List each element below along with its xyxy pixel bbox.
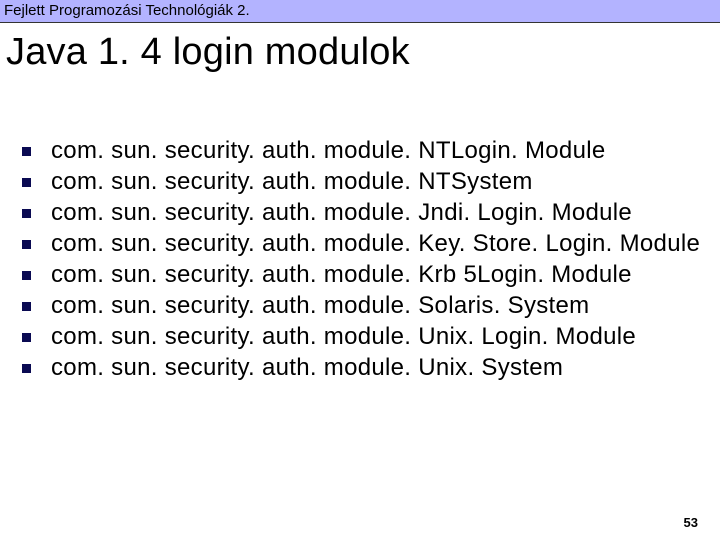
header-bar: Fejlett Programozási Technológiák 2. [0,0,720,23]
square-bullet-icon [22,271,31,280]
square-bullet-icon [22,209,31,218]
list-item-text: com. sun. security. auth. module. NTLogi… [51,137,606,165]
square-bullet-icon [22,147,31,156]
header-text: Fejlett Programozási Technológiák 2. [4,2,250,19]
list-item-text: com. sun. security. auth. module. Jndi. … [51,199,632,227]
square-bullet-icon [22,302,31,311]
page-number: 53 [684,515,698,530]
list-item: com. sun. security. auth. module. Key. S… [22,230,720,258]
list-item-text: com. sun. security. auth. module. Unix. … [51,354,563,382]
list-item: com. sun. security. auth. module. Unix. … [22,323,720,351]
list-item: com. sun. security. auth. module. Krb 5L… [22,261,720,289]
square-bullet-icon [22,333,31,342]
list-item-text: com. sun. security. auth. module. Key. S… [51,230,700,258]
slide: Fejlett Programozási Technológiák 2. Jav… [0,0,720,540]
list-item-text: com. sun. security. auth. module. NTSyst… [51,168,533,196]
square-bullet-icon [22,240,31,249]
slide-title: Java 1. 4 login modulok [0,23,720,74]
list-item: com. sun. security. auth. module. Unix. … [22,354,720,382]
list-item-text: com. sun. security. auth. module. Unix. … [51,323,636,351]
bullet-list: com. sun. security. auth. module. NTLogi… [0,74,720,382]
list-item: com. sun. security. auth. module. NTSyst… [22,168,720,196]
list-item: com. sun. security. auth. module. NTLogi… [22,137,720,165]
square-bullet-icon [22,178,31,187]
list-item-text: com. sun. security. auth. module. Krb 5L… [51,261,632,289]
square-bullet-icon [22,364,31,373]
list-item: com. sun. security. auth. module. Solari… [22,292,720,320]
list-item-text: com. sun. security. auth. module. Solari… [51,292,589,320]
list-item: com. sun. security. auth. module. Jndi. … [22,199,720,227]
